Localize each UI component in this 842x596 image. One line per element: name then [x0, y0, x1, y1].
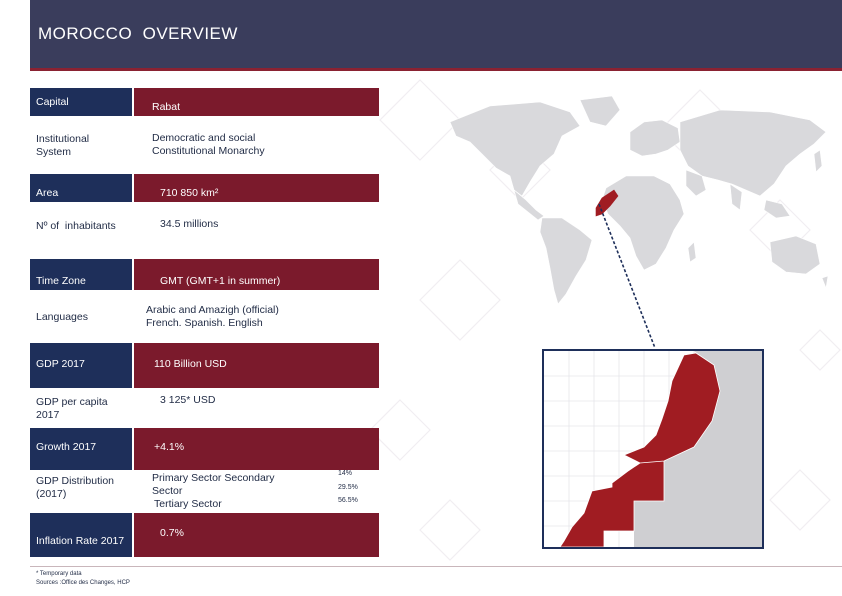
- row-gdp-value: 110 Billion USD: [134, 343, 379, 388]
- label-text: GDP per capita 2017: [36, 396, 108, 421]
- row-inflation-value: 0.7%: [134, 513, 379, 557]
- footnote-line: Sources :Office des Changes, HCP: [36, 580, 130, 586]
- value-text: 110 Billion USD: [154, 358, 227, 370]
- value-text: 3 125* USD: [160, 393, 216, 406]
- row-inhabitants-label: Nº of inhabitants: [30, 212, 132, 240]
- value-text: +4.1%: [154, 440, 185, 453]
- label-text: Inflation Rate 2017: [36, 534, 125, 547]
- row-area-value: 710 850 km²: [134, 174, 379, 202]
- row-gdp-distribution-value: Primary Sector Secondary Sector Tertiary…: [152, 472, 302, 511]
- pct-primary: 14%: [338, 470, 353, 477]
- row-inhabitants-value: 34.5 millions: [134, 210, 379, 238]
- value-text: Rabat: [152, 100, 181, 113]
- row-gdp-distribution-label: GDP Distribution (2017): [30, 474, 132, 502]
- footnote: * Temporary data Sources :Office des Cha…: [36, 570, 130, 588]
- row-growth-label: Growth 2017: [30, 428, 132, 470]
- morocco-map-icon: [544, 351, 762, 547]
- connector-line: [598, 203, 656, 349]
- pct-secondary: 29.5%: [338, 484, 358, 491]
- label-text: Growth 2017: [36, 440, 97, 453]
- label-text: Nº of inhabitants: [36, 219, 116, 232]
- row-languages-value: Arabic and Amazigh (official) French. Sp…: [134, 302, 379, 332]
- row-inflation-label: Inflation Rate 2017: [30, 513, 132, 557]
- row-gdp-label: GDP 2017: [30, 343, 132, 388]
- footnote-line: * Temporary data: [36, 571, 82, 577]
- value-line: Tertiary Sector: [154, 498, 222, 510]
- morocco-map-frame: [542, 349, 764, 549]
- pct-tertiary: 56.5%: [338, 497, 358, 504]
- row-timezone-label: Time Zone: [30, 259, 132, 290]
- label-text: Time Zone: [36, 275, 86, 287]
- row-gdp-capita-label: GDP per capita 2017: [30, 394, 132, 424]
- row-institutional-label: Institutional System: [30, 124, 132, 168]
- label-text: Institutional System: [36, 133, 90, 158]
- value-text: 34.5 millions: [160, 217, 219, 230]
- value-text: Democratic and social Constitutional Mon…: [152, 132, 265, 157]
- row-timezone-value: GMT (GMT+1 in summer): [134, 259, 379, 290]
- row-languages-label: Languages: [30, 302, 132, 332]
- label-text: GDP Distribution (2017): [36, 475, 115, 500]
- page-title: MOROCCO OVERVIEW: [38, 24, 238, 43]
- label-text: Capital: [36, 95, 69, 108]
- value-text: 0.7%: [160, 526, 184, 539]
- label-text: GDP 2017: [36, 358, 85, 370]
- value-text: 710 850 km²: [160, 186, 219, 199]
- bottom-rule: [30, 566, 842, 567]
- row-gdp-capita-value: 3 125* USD: [134, 390, 379, 410]
- value-line: Sector: [152, 485, 183, 497]
- header-bar: MOROCCO OVERVIEW: [30, 0, 842, 68]
- value-text: Arabic and Amazigh (official) French. Sp…: [146, 304, 279, 329]
- value-line: Primary Sector Secondary: [152, 472, 275, 484]
- header-rule: [30, 68, 842, 71]
- row-capital-label: Capital: [30, 88, 132, 116]
- row-area-label: Area: [30, 174, 132, 202]
- row-institutional-value: Democratic and social Constitutional Mon…: [134, 120, 379, 170]
- label-text: Languages: [36, 310, 88, 323]
- label-text: Area: [36, 186, 59, 199]
- value-text: GMT (GMT+1 in summer): [160, 275, 281, 287]
- row-growth-value: +4.1%: [134, 428, 379, 470]
- row-capital-value: Rabat: [134, 88, 379, 116]
